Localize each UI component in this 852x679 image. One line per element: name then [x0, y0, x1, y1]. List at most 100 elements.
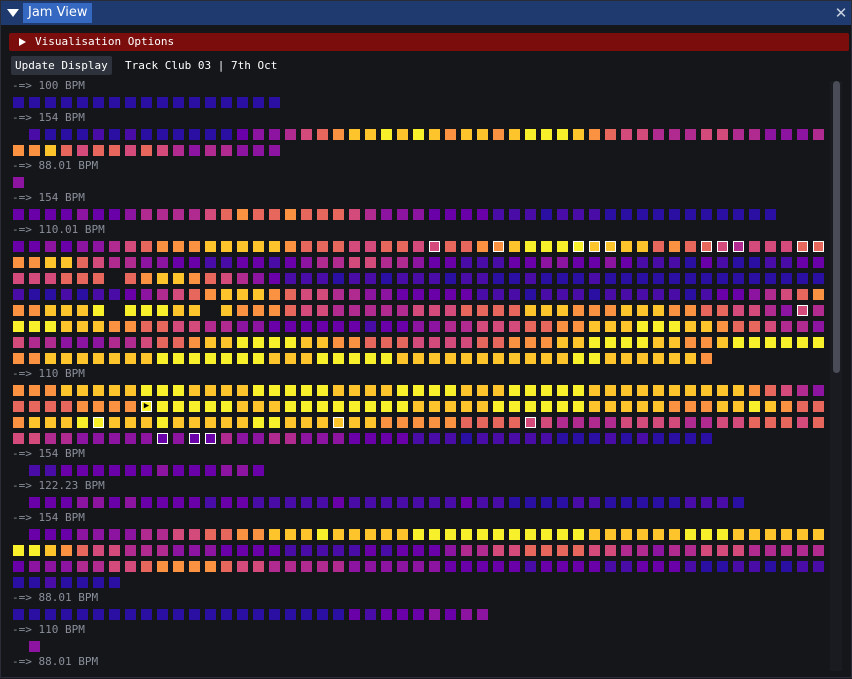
jam-cell[interactable] — [525, 545, 536, 556]
jam-cell[interactable] — [541, 401, 552, 412]
jam-cell[interactable] — [605, 353, 616, 364]
jam-cell[interactable] — [269, 561, 280, 572]
jam-cell[interactable] — [781, 321, 792, 332]
jam-cell[interactable] — [525, 385, 536, 396]
jam-cell[interactable] — [93, 561, 104, 572]
jam-cell[interactable] — [157, 321, 168, 332]
jam-cell[interactable] — [237, 257, 248, 268]
jam-cell[interactable] — [77, 257, 88, 268]
jam-cell[interactable] — [45, 577, 56, 588]
jam-cell[interactable] — [669, 337, 680, 348]
jam-cell[interactable] — [61, 385, 72, 396]
jam-cell[interactable] — [637, 321, 648, 332]
jam-cell[interactable] — [333, 321, 344, 332]
jam-cell[interactable] — [237, 241, 248, 252]
jam-cell[interactable] — [765, 337, 776, 348]
jam-cell[interactable] — [221, 97, 232, 108]
jam-cell[interactable] — [525, 241, 536, 252]
jam-cell[interactable] — [221, 417, 232, 428]
jam-cell[interactable] — [253, 257, 264, 268]
jam-cell[interactable] — [93, 305, 104, 316]
jam-cell[interactable] — [749, 273, 760, 284]
jam-cell[interactable] — [269, 529, 280, 540]
jam-cell[interactable] — [749, 529, 760, 540]
jam-cell[interactable] — [29, 209, 40, 220]
jam-cell[interactable] — [493, 209, 504, 220]
jam-cell[interactable] — [637, 401, 648, 412]
jam-cell[interactable] — [653, 433, 664, 444]
jam-cell[interactable] — [573, 353, 584, 364]
jam-cell[interactable] — [669, 497, 680, 508]
jam-cell[interactable] — [189, 305, 200, 316]
jam-cell[interactable] — [317, 545, 328, 556]
jam-cell[interactable] — [109, 97, 120, 108]
jam-cell[interactable] — [365, 401, 376, 412]
jam-cell[interactable] — [669, 417, 680, 428]
jam-cell[interactable] — [493, 321, 504, 332]
jam-cell[interactable] — [45, 609, 56, 620]
jam-cell[interactable] — [733, 321, 744, 332]
jam-cell[interactable] — [541, 385, 552, 396]
jam-cell[interactable] — [381, 609, 392, 620]
jam-cell[interactable] — [573, 401, 584, 412]
jam-cell[interactable] — [637, 241, 648, 252]
jam-cell[interactable] — [445, 561, 456, 572]
jam-cell[interactable] — [45, 241, 56, 252]
jam-cell[interactable] — [93, 241, 104, 252]
jam-cell[interactable] — [93, 497, 104, 508]
jam-cell[interactable] — [589, 417, 600, 428]
jam-cell[interactable] — [13, 305, 24, 316]
jam-cell[interactable] — [237, 353, 248, 364]
jam-cell[interactable] — [333, 417, 344, 428]
jam-cell[interactable] — [381, 497, 392, 508]
jam-cell[interactable] — [397, 321, 408, 332]
jam-cell[interactable] — [45, 145, 56, 156]
jam-cell[interactable] — [173, 305, 184, 316]
jam-cell[interactable] — [61, 241, 72, 252]
jam-cell[interactable] — [269, 385, 280, 396]
jam-cell[interactable] — [445, 385, 456, 396]
jam-cell[interactable] — [29, 465, 40, 476]
jam-cell[interactable] — [269, 337, 280, 348]
jam-cell[interactable] — [525, 529, 536, 540]
jam-cell[interactable] — [237, 337, 248, 348]
jam-cell[interactable] — [445, 273, 456, 284]
jam-cell[interactable] — [45, 417, 56, 428]
jam-cell[interactable] — [205, 417, 216, 428]
jam-cell[interactable] — [189, 129, 200, 140]
jam-cell[interactable] — [285, 337, 296, 348]
jam-cell[interactable] — [205, 145, 216, 156]
jam-cell[interactable] — [573, 321, 584, 332]
jam-cell[interactable] — [157, 289, 168, 300]
jam-cell[interactable] — [397, 241, 408, 252]
jam-cell[interactable] — [781, 241, 792, 252]
jam-cell[interactable] — [685, 497, 696, 508]
jam-cell[interactable] — [445, 241, 456, 252]
jam-cell[interactable] — [333, 257, 344, 268]
jam-cell[interactable] — [29, 257, 40, 268]
jam-cell[interactable] — [141, 497, 152, 508]
jam-cell[interactable] — [173, 529, 184, 540]
jam-cell[interactable] — [317, 321, 328, 332]
jam-cell[interactable] — [109, 209, 120, 220]
jam-cell[interactable] — [237, 209, 248, 220]
jam-cell[interactable] — [765, 273, 776, 284]
jam-cell[interactable] — [509, 289, 520, 300]
jam-cell[interactable] — [653, 401, 664, 412]
jam-cell[interactable] — [285, 417, 296, 428]
jam-cell[interactable] — [621, 209, 632, 220]
jam-cell[interactable] — [381, 273, 392, 284]
jam-cell[interactable] — [781, 337, 792, 348]
jam-cell[interactable] — [125, 465, 136, 476]
jam-cell[interactable] — [813, 337, 824, 348]
jam-cell[interactable] — [317, 385, 328, 396]
jam-cell[interactable] — [109, 129, 120, 140]
jam-cell[interactable] — [573, 529, 584, 540]
jam-cell[interactable] — [125, 337, 136, 348]
jam-cell[interactable] — [813, 257, 824, 268]
jam-cell[interactable] — [77, 529, 88, 540]
jam-cell[interactable] — [253, 337, 264, 348]
jam-cell[interactable] — [61, 97, 72, 108]
jam-cell[interactable] — [685, 433, 696, 444]
jam-cell[interactable] — [285, 321, 296, 332]
